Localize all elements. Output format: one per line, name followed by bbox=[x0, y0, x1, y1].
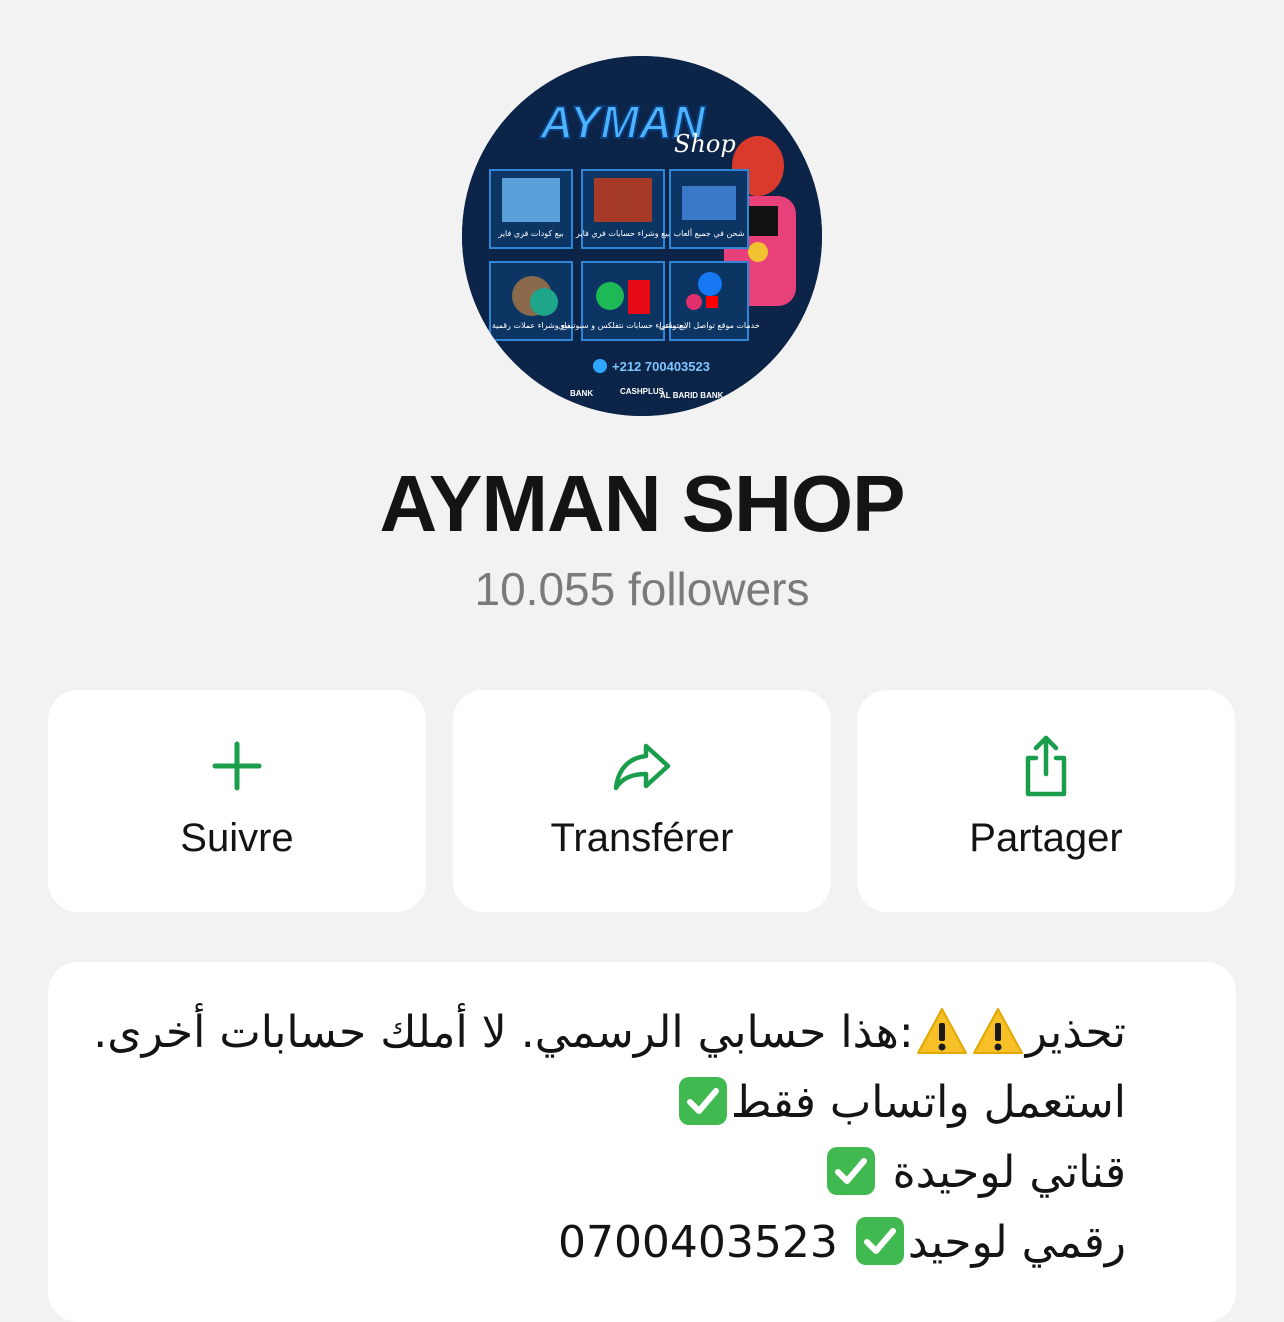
follow-label: Suivre bbox=[180, 816, 294, 860]
only-channel-text: قناتي لوحيدة bbox=[892, 1147, 1126, 1198]
description-line: رقمي لوحيد 0700403523 bbox=[26, 1208, 1126, 1278]
phone-number[interactable]: 0700403523 bbox=[558, 1217, 838, 1268]
avatar-bank-logo: AL BARID BANK bbox=[660, 391, 724, 400]
followers-count: 10.055 followers bbox=[474, 563, 810, 615]
whatsapp-only-text: استعمل واتساب فقط bbox=[730, 1077, 1126, 1128]
share-icon bbox=[1025, 735, 1067, 797]
share-label: Partager bbox=[969, 816, 1123, 860]
forward-button[interactable]: Transférer bbox=[453, 690, 831, 912]
check-mark-icon bbox=[855, 1217, 904, 1265]
share-button[interactable]: Partager bbox=[857, 690, 1235, 912]
plus-icon bbox=[212, 741, 262, 791]
avatar-tile-caption: خدمات موقع تواصل الاجتماعي bbox=[658, 321, 760, 330]
check-mark-icon bbox=[678, 1077, 727, 1125]
avatar-phone: +212 700403523 bbox=[612, 359, 710, 374]
avatar-bank-logo: BANK bbox=[570, 389, 593, 398]
description-line: استعمل واتساب فقط bbox=[26, 1068, 1126, 1138]
only-number-text: رقمي لوحيد bbox=[907, 1217, 1126, 1268]
warning-icon bbox=[972, 1008, 1023, 1054]
check-mark-icon bbox=[826, 1147, 875, 1195]
description-line: قناتي لوحيدة bbox=[26, 1138, 1126, 1208]
avatar-tile-caption: شحن في جميع ألعاب bbox=[674, 228, 745, 238]
avatar-bank-logo: CASHPLUS bbox=[620, 387, 665, 396]
follow-button[interactable]: Suivre bbox=[48, 690, 426, 912]
channel-avatar[interactable]: AYMAN Shop بيع كودات فري فاير بيع وشراء … bbox=[462, 56, 822, 416]
warning-icon bbox=[916, 1008, 967, 1054]
warning-word: تحذير bbox=[1025, 1007, 1126, 1058]
avatar-tile-caption: بيع وشراء حسابات فري فاير bbox=[575, 229, 670, 238]
description-card: تحذير :هذا حسابي الرسمي. لا أملك حسابات أ… bbox=[48, 962, 1236, 1322]
channel-name: AYMAN SHOP bbox=[379, 459, 906, 548]
forward-label: Transférer bbox=[550, 816, 734, 860]
forward-arrow-icon bbox=[613, 743, 671, 791]
description-line: تحذير :هذا حسابي الرسمي. لا أملك حسابات أ… bbox=[26, 998, 1126, 1068]
avatar-tile-caption: بيع كودات فري فاير bbox=[497, 229, 563, 238]
avatar-brand-sub: Shop bbox=[674, 130, 736, 158]
warning-message: :هذا حسابي الرسمي. لا أملك حسابات أخرى. bbox=[93, 1007, 914, 1058]
description-text: تحذير :هذا حسابي الرسمي. لا أملك حسابات أ… bbox=[26, 998, 1126, 1278]
